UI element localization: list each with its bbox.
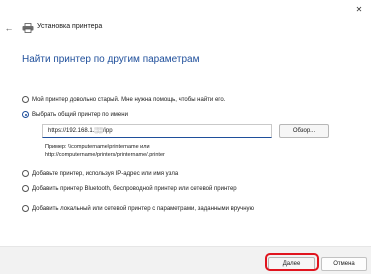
- share-name-input[interactable]: https://192.168.1.░░/ipp: [42, 124, 272, 138]
- radio-bluetooth-wireless[interactable]: [22, 185, 29, 192]
- back-arrow-icon: ←: [4, 23, 14, 33]
- next-button[interactable]: Далее: [268, 257, 315, 271]
- page-heading: Найти принтер по другим параметрам: [22, 54, 200, 65]
- example-line-1: Пример: \\computername\printername или: [45, 144, 150, 150]
- example-hint: Пример: \\computername\printername или h…: [45, 143, 165, 159]
- close-icon: ✕: [355, 4, 363, 14]
- cancel-button[interactable]: Отмена: [321, 257, 367, 271]
- back-button[interactable]: ←: [3, 22, 15, 34]
- example-line-2: http://computername/printers/printername…: [45, 152, 165, 158]
- radio-manual-settings[interactable]: [22, 205, 29, 212]
- radio-old-printer[interactable]: [22, 96, 29, 103]
- browse-button[interactable]: Обзор...: [279, 124, 329, 138]
- option-bluetooth-wireless[interactable]: Добавить принтер Bluetooth, беспроводной…: [22, 185, 237, 192]
- option-label: Добавить принтер Bluetooth, беспроводной…: [32, 185, 237, 192]
- dialog-title: Установка принтера: [37, 23, 103, 30]
- dialog-footer: Далее Отмена: [0, 246, 371, 274]
- radio-shared-by-name[interactable]: [22, 111, 29, 118]
- printer-icon: [22, 23, 34, 33]
- close-button[interactable]: ✕: [351, 2, 367, 16]
- option-old-printer[interactable]: Мой принтер довольно старый. Мне нужна п…: [22, 96, 225, 103]
- option-ip-address[interactable]: Добавьте принтер, используя IP-адрес или…: [22, 170, 178, 177]
- option-shared-by-name[interactable]: Выбрать общий принтер по имени: [22, 111, 128, 118]
- add-printer-dialog: ✕ ← Установка принтера Найти принтер по …: [0, 0, 371, 274]
- option-label: Добавьте принтер, используя IP-адрес или…: [32, 170, 179, 177]
- radio-ip-address[interactable]: [22, 170, 29, 177]
- option-label: Выбрать общий принтер по имени: [32, 111, 128, 118]
- option-manual-settings[interactable]: Добавить локальный или сетевой принтер с…: [22, 205, 254, 212]
- option-label: Добавить локальный или сетевой принтер с…: [32, 205, 255, 212]
- option-label: Мой принтер довольно старый. Мне нужна п…: [32, 96, 226, 103]
